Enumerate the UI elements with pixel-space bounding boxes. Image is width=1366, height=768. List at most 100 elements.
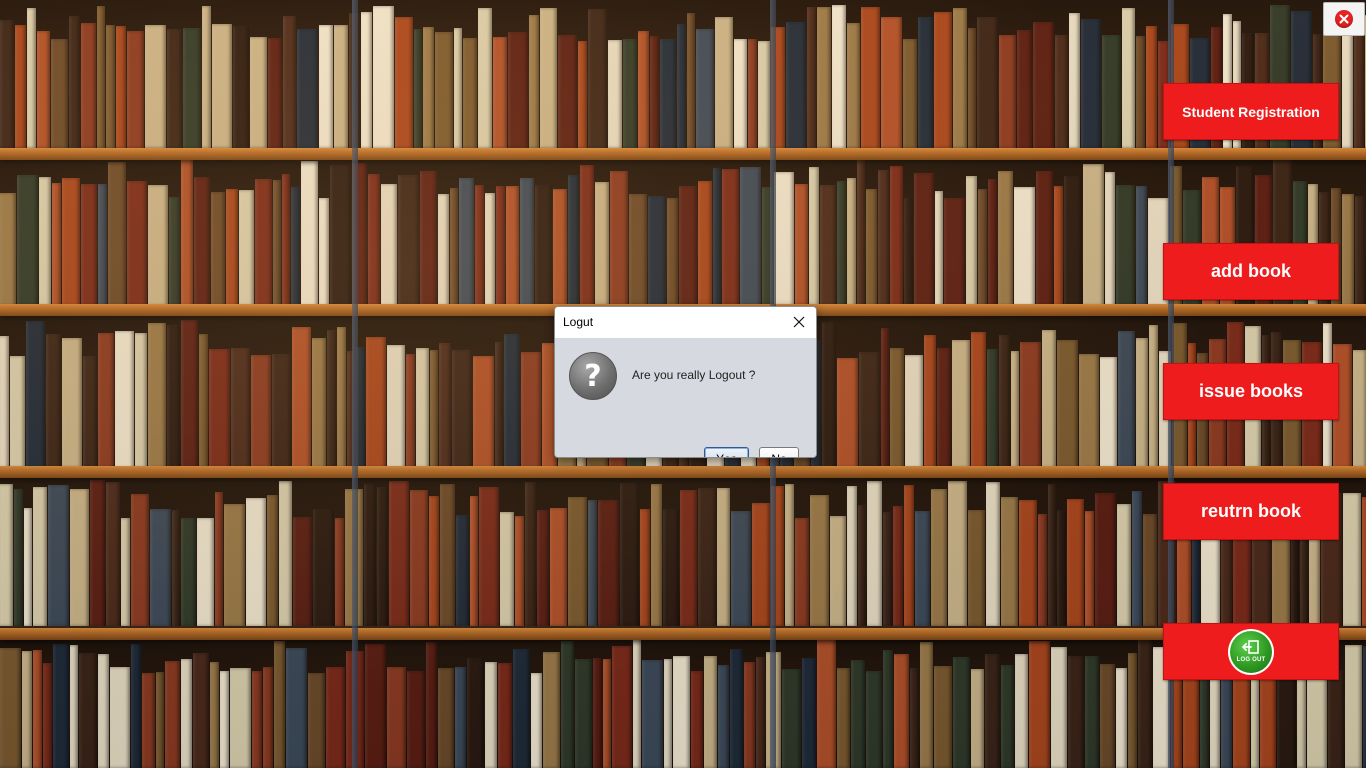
book-spine bbox=[0, 336, 9, 468]
book-spine bbox=[1117, 504, 1131, 626]
book-spine bbox=[858, 505, 866, 626]
logout-button[interactable]: LOG OUT bbox=[1163, 623, 1339, 680]
book-spine bbox=[629, 194, 647, 306]
book-spine bbox=[1116, 185, 1135, 306]
book-spine bbox=[429, 496, 439, 626]
book-spine bbox=[1019, 500, 1037, 626]
book-spine bbox=[603, 659, 611, 768]
window-close-button[interactable] bbox=[1323, 2, 1365, 36]
book-spine bbox=[334, 25, 348, 148]
issue-books-button[interactable]: issue books bbox=[1163, 363, 1339, 420]
book-spine bbox=[1081, 19, 1101, 148]
book-spine bbox=[986, 482, 1000, 626]
book-spine bbox=[127, 31, 144, 148]
book-spine bbox=[588, 9, 607, 148]
book-spine bbox=[364, 484, 376, 626]
book-spine bbox=[33, 650, 42, 768]
book-spine bbox=[98, 333, 114, 468]
book-spine bbox=[934, 666, 952, 768]
book-spine bbox=[1345, 645, 1362, 768]
book-spine bbox=[197, 518, 214, 626]
book-spine bbox=[1122, 8, 1135, 148]
book-spine bbox=[10, 356, 25, 468]
book-spine bbox=[809, 167, 819, 306]
no-mnemonic: N bbox=[771, 452, 780, 457]
book-spine bbox=[934, 12, 952, 148]
book-spine bbox=[698, 181, 712, 306]
book-spine bbox=[782, 669, 801, 768]
book-spine bbox=[250, 37, 267, 148]
book-spine bbox=[181, 320, 198, 468]
book-spine bbox=[131, 644, 141, 768]
book-spine bbox=[381, 184, 397, 306]
book-spine bbox=[485, 662, 497, 768]
book-spine bbox=[1136, 36, 1145, 148]
student-registration-label: Student Registration bbox=[1182, 103, 1320, 120]
logout-dialog: Logut ? Are you really Logout ? Yes No bbox=[554, 306, 817, 458]
book-spine bbox=[498, 663, 512, 768]
exit-door-icon bbox=[1242, 640, 1259, 654]
book-spine bbox=[660, 39, 676, 148]
book-spine bbox=[904, 485, 914, 626]
yes-button[interactable]: Yes bbox=[704, 447, 749, 457]
book-spine bbox=[717, 488, 730, 626]
book-spine bbox=[731, 511, 751, 626]
book-spine bbox=[664, 659, 672, 768]
book-spine bbox=[53, 644, 69, 768]
book-spine bbox=[535, 185, 552, 306]
book-spine bbox=[620, 483, 639, 626]
book-spine bbox=[272, 354, 291, 468]
book-spine bbox=[504, 334, 520, 468]
book-spine bbox=[1149, 325, 1158, 468]
return-book-button[interactable]: reutrn book bbox=[1163, 483, 1339, 540]
book-spine bbox=[968, 510, 985, 626]
book-spine bbox=[1067, 499, 1084, 626]
book-spine bbox=[663, 509, 679, 626]
book-spine bbox=[467, 658, 484, 768]
dialog-title-bar[interactable]: Logut bbox=[555, 307, 816, 337]
book-spine bbox=[568, 497, 587, 626]
book-spine bbox=[251, 355, 271, 468]
book-spine bbox=[1055, 35, 1068, 148]
book-spine bbox=[608, 40, 622, 148]
book-spine bbox=[1048, 484, 1056, 626]
book-spine bbox=[520, 178, 534, 306]
book-spine bbox=[452, 350, 472, 468]
yes-mnemonic: Y bbox=[716, 452, 724, 457]
book-spine bbox=[866, 671, 882, 768]
book-spine bbox=[1136, 186, 1147, 306]
book-spine bbox=[1001, 665, 1014, 768]
book-spine bbox=[169, 197, 180, 306]
book-spine bbox=[810, 495, 829, 626]
book-spine bbox=[867, 481, 882, 626]
book-spine bbox=[1183, 667, 1199, 768]
book-spine bbox=[1095, 493, 1116, 626]
book-spine bbox=[297, 29, 318, 148]
book-spine bbox=[985, 654, 1000, 768]
book-spine bbox=[37, 31, 50, 148]
book-spine bbox=[1136, 338, 1148, 468]
no-button[interactable]: No bbox=[759, 447, 799, 457]
book-spine bbox=[286, 648, 307, 768]
book-spine bbox=[817, 7, 831, 148]
book-spine bbox=[194, 177, 210, 306]
book-spine bbox=[977, 17, 998, 148]
book-spine bbox=[952, 340, 970, 468]
book-spine bbox=[361, 12, 372, 148]
book-spine bbox=[226, 189, 238, 306]
book-spine bbox=[988, 179, 997, 306]
dialog-close-button[interactable] bbox=[788, 311, 810, 333]
add-book-button[interactable]: add book bbox=[1163, 243, 1339, 300]
student-registration-button[interactable]: Student Registration bbox=[1163, 83, 1339, 140]
book-spine bbox=[293, 517, 312, 626]
book-spine bbox=[1014, 187, 1035, 306]
book-spine bbox=[455, 667, 466, 768]
book-spine bbox=[931, 489, 947, 626]
book-spine bbox=[918, 17, 933, 148]
book-spine bbox=[252, 671, 262, 768]
book-spine bbox=[0, 484, 13, 626]
book-spine bbox=[406, 354, 415, 468]
book-spine bbox=[135, 333, 147, 468]
book-spine bbox=[1128, 653, 1137, 768]
book-spine bbox=[438, 668, 454, 768]
